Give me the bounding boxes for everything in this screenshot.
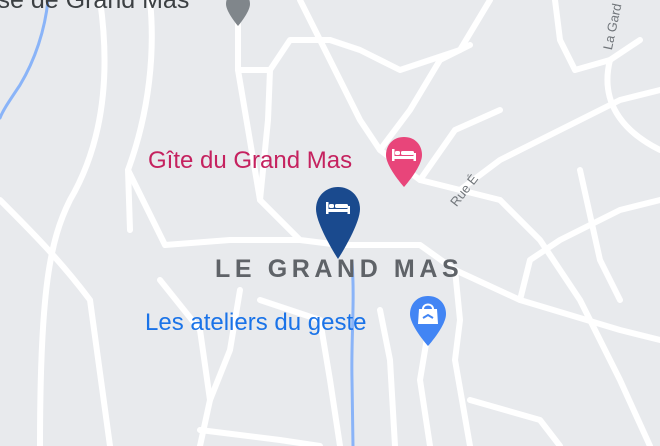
map-canvas[interactable]: ise de Grand Mas Gîte du Grand Mas LE GR… <box>0 0 660 446</box>
location-pin-icon[interactable] <box>226 0 250 26</box>
place-label-main: LE GRAND MAS <box>215 255 464 283</box>
place-label-top: ise de Grand Mas <box>0 0 190 14</box>
waterways <box>0 0 355 446</box>
poi-label-ateliers[interactable]: Les ateliers du geste <box>145 309 366 337</box>
selected-hotel-marker[interactable] <box>314 185 362 261</box>
poi-label-gite[interactable]: Gîte du Grand Mas <box>148 147 352 175</box>
bed-icon[interactable] <box>384 135 424 189</box>
shopping-bag-icon[interactable] <box>408 294 448 348</box>
